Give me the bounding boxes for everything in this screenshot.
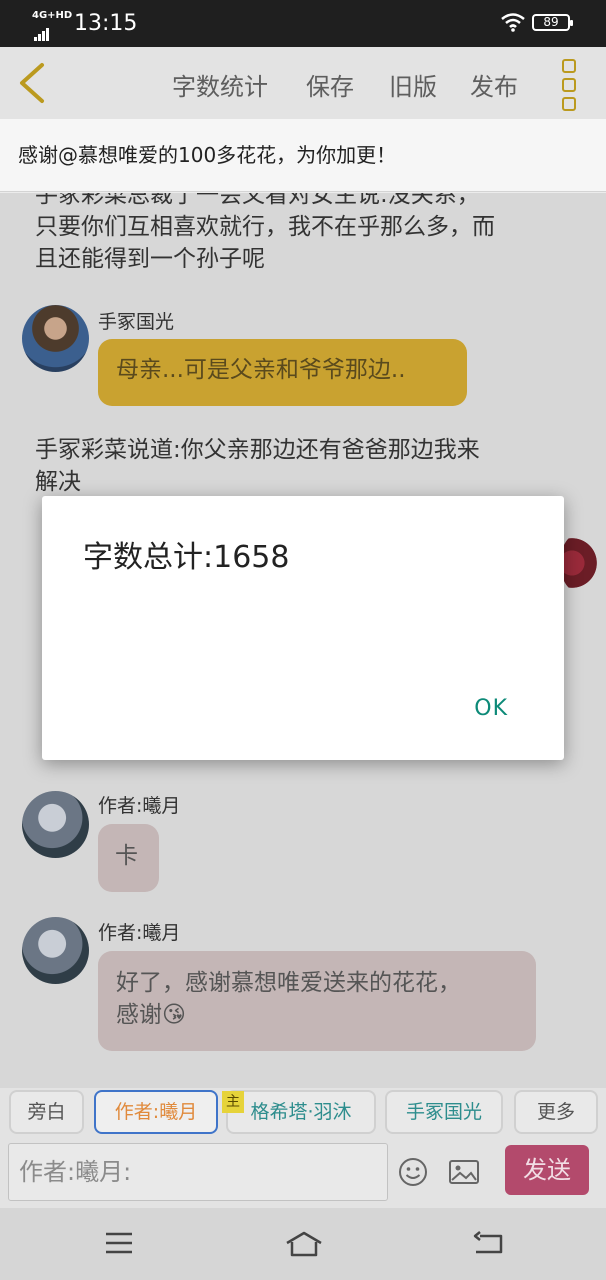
- menu-icon[interactable]: [104, 1230, 134, 1256]
- old-version-button[interactable]: 旧版: [389, 67, 437, 102]
- narration-1: 手冢彩菜总裁了一会又看对女主说:没关系， 只要你们互相喜欢就行，我不在乎那么多，…: [35, 193, 495, 275]
- chip-author[interactable]: 作者:曦月: [94, 1090, 218, 1134]
- vertical-dots-icon[interactable]: [562, 59, 576, 116]
- clock: 13:15: [74, 11, 138, 36]
- avatar[interactable]: [560, 533, 600, 593]
- back-icon[interactable]: [472, 1230, 504, 1256]
- speaker-name: 作者:曦月: [98, 922, 181, 944]
- battery-level: 89: [543, 15, 559, 29]
- narration-line: 只要你们互相喜欢就行，我不在乎那么多，而: [35, 214, 495, 240]
- chip-character-1[interactable]: 格希塔·羽沐: [226, 1090, 376, 1134]
- publish-button[interactable]: 发布: [470, 67, 518, 102]
- image-icon[interactable]: [448, 1158, 480, 1186]
- chip-character-2[interactable]: 手冢国光: [385, 1090, 503, 1134]
- save-button[interactable]: 保存: [306, 67, 354, 102]
- emoji-icon[interactable]: [397, 1156, 429, 1188]
- avatar[interactable]: [22, 305, 89, 372]
- message-input[interactable]: 作者:曦月:: [8, 1143, 388, 1201]
- toolbar: 字数统计 保存 旧版 发布: [0, 47, 606, 119]
- dialog-message: 字数总计:1658: [83, 540, 290, 575]
- chevron-left-icon[interactable]: [14, 61, 50, 105]
- avatar[interactable]: [22, 917, 89, 984]
- signal-icon: [34, 22, 50, 41]
- chip-more[interactable]: 更多: [514, 1090, 598, 1134]
- battery-icon: 89: [532, 14, 573, 31]
- network-indicator: 4G+HD: [32, 10, 73, 21]
- wifi-icon: [501, 13, 525, 32]
- narration-line: 手冢彩菜说道:你父亲那边还有爸爸那边我来: [35, 437, 480, 463]
- narration-line: 手冢彩菜总裁了一会又看对女主说:没关系，: [35, 193, 480, 208]
- main-character-badge: 主: [222, 1091, 244, 1113]
- speaker-name: 手冢国光: [98, 311, 175, 333]
- speaker-name: 作者:曦月: [98, 795, 181, 817]
- input-bar: 作者:曦月: 发送: [0, 1140, 606, 1208]
- message-line: 感谢😘: [116, 1002, 186, 1028]
- home-icon[interactable]: [284, 1230, 324, 1258]
- narration-2: 手冢彩菜说道:你父亲那边还有爸爸那边我来 解决: [35, 434, 480, 498]
- send-button[interactable]: 发送: [505, 1145, 589, 1195]
- narration-line: 且还能得到一个孙子呢: [35, 246, 265, 272]
- ok-button[interactable]: OK: [474, 696, 508, 721]
- message-bubble[interactable]: 好了，感谢慕想唯爱送来的花花， 感谢😘: [98, 951, 536, 1051]
- message-bubble[interactable]: 母亲...可是父亲和爷爷那边..: [98, 339, 467, 406]
- chip-narrator[interactable]: 旁白: [9, 1090, 84, 1134]
- character-chips: 旁白 作者:曦月 格希塔·羽沐 手冢国光 更多: [0, 1088, 606, 1140]
- message-line: 好了，感谢慕想唯爱送来的花花，: [116, 970, 461, 996]
- message-bubble[interactable]: 卡: [98, 824, 159, 892]
- system-nav-bar: [0, 1208, 606, 1280]
- word-count-button[interactable]: 字数统计: [172, 67, 268, 102]
- word-count-dialog: 字数总计:1658 OK: [42, 496, 564, 760]
- status-bar: 4G+HD 13:15 89: [0, 0, 606, 47]
- avatar[interactable]: [22, 791, 89, 858]
- notice-banner: 感谢@慕想唯爱的100多花花，为你加更！: [0, 119, 606, 192]
- narration-line: 解决: [35, 469, 81, 495]
